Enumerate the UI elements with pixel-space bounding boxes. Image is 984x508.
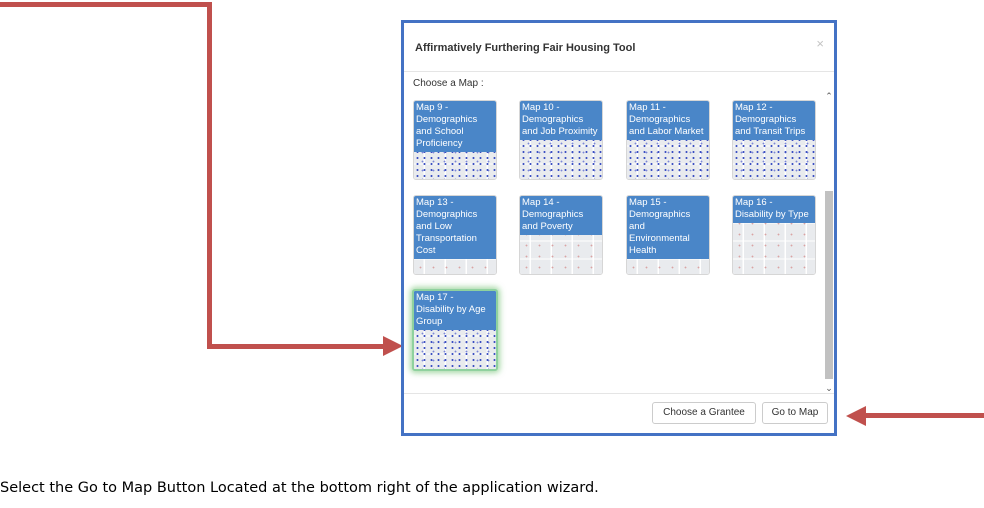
map-card-17[interactable]: Map 17 - Disability by Age Group [412,289,498,371]
map-card-11[interactable]: Map 11 - Demographics and Labor Market [626,100,710,180]
map-list-scrollbar[interactable]: ⌃ ⌄ [824,91,834,393]
map-card-14[interactable]: Map 14 - Demographics and Poverty [519,195,603,275]
map-card-label: Map 11 - Demographics and Labor Market [627,101,709,140]
map-card-label: Map 17 - Disability by Age Group [414,291,496,330]
close-icon[interactable]: × [816,37,824,50]
annotation-arrowhead-left [383,336,403,356]
annotation-arrow-left-horizontal-top [0,2,212,7]
scroll-up-icon[interactable]: ⌃ [824,91,834,101]
map-card-label: Map 14 - Demographics and Poverty [520,196,602,235]
annotation-arrow-left-horizontal-bottom [207,344,387,349]
scrollbar-thumb[interactable] [825,191,833,379]
map-list: Map 9 - Demographics and School Proficie… [404,91,824,393]
map-chooser-dialog: Affirmatively Furthering Fair Housing To… [401,20,837,436]
map-card-13[interactable]: Map 13 - Demographics and Low Transporta… [413,195,497,275]
dialog-header: Affirmatively Furthering Fair Housing To… [404,23,834,72]
map-card-15[interactable]: Map 15 - Demographics and Environmental … [626,195,710,275]
dialog-title: Affirmatively Furthering Fair Housing To… [415,42,636,54]
annotation-arrow-right-shaft [864,413,984,418]
map-card-10[interactable]: Map 10 - Demographics and Job Proximity [519,100,603,180]
map-card-label: Map 15 - Demographics and Environmental … [627,196,709,259]
map-card-16[interactable]: Map 16 - Disability by Type [732,195,816,275]
map-card-9[interactable]: Map 9 - Demographics and School Proficie… [413,100,497,180]
go-to-map-button[interactable]: Go to Map [762,402,828,424]
annotation-arrow-left-vertical [207,2,212,349]
map-card-label: Map 16 - Disability by Type [733,196,815,223]
map-card-label: Map 9 - Demographics and School Proficie… [414,101,496,152]
scroll-down-icon[interactable]: ⌄ [824,383,834,393]
choose-grantee-button[interactable]: Choose a Grantee [652,402,756,424]
map-card-label: Map 10 - Demographics and Job Proximity [520,101,602,140]
instruction-caption: Select the Go to Map Button Located at t… [0,480,599,496]
annotation-arrowhead-right [846,406,866,426]
map-card-12[interactable]: Map 12 - Demographics and Transit Trips [732,100,816,180]
dialog-footer: Choose a Grantee Go to Map [404,393,834,433]
choose-map-label: Choose a Map : [413,78,484,89]
map-card-label: Map 13 - Demographics and Low Transporta… [414,196,496,259]
map-card-label: Map 12 - Demographics and Transit Trips [733,101,815,140]
